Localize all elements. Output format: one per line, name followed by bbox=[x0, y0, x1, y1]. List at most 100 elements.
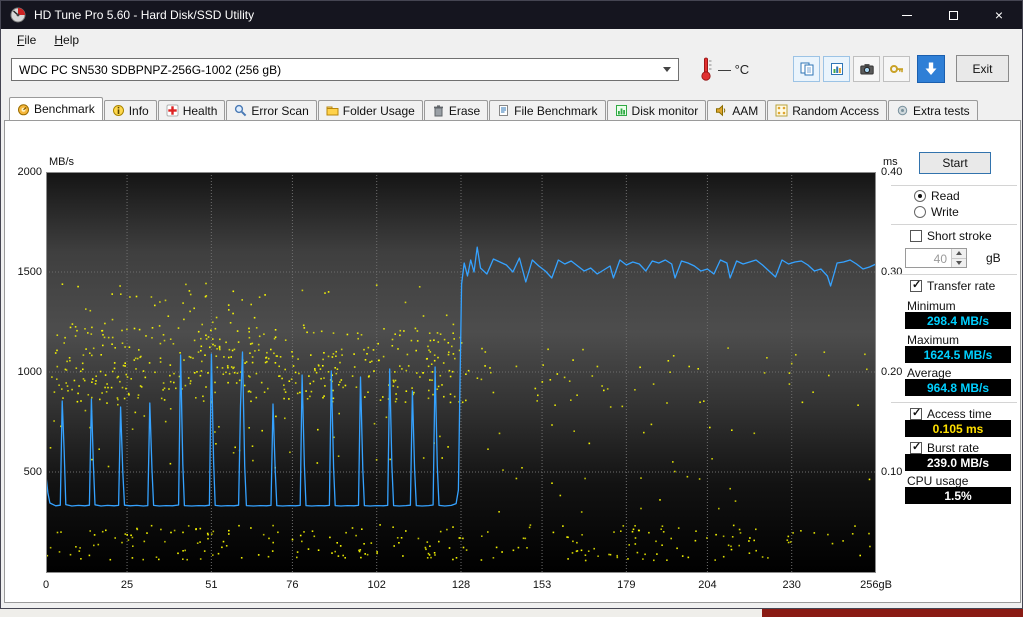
access-time-checkbox[interactable]: Access time bbox=[910, 406, 992, 421]
maximize-icon bbox=[948, 10, 958, 20]
benchmark-controls: Start Read Write Short stroke 40 gB ✓ Tr… bbox=[889, 121, 1020, 596]
monitor-chart-icon bbox=[615, 105, 627, 116]
tab-label: Folder Usage bbox=[342, 103, 415, 118]
arrow-down-icon bbox=[956, 260, 962, 265]
folder-icon bbox=[326, 106, 339, 116]
tab-benchmark[interactable]: Benchmark bbox=[9, 97, 103, 120]
radio-icon bbox=[914, 206, 926, 218]
thermometer-icon bbox=[699, 56, 713, 87]
minimize-icon bbox=[902, 14, 912, 16]
close-icon: × bbox=[994, 7, 1004, 23]
tab-erase[interactable]: Erase bbox=[423, 100, 489, 120]
tab-health[interactable]: Health bbox=[157, 100, 226, 120]
gear-icon bbox=[897, 105, 908, 116]
axis-tick-label: 51 bbox=[205, 579, 218, 591]
exit-button[interactable]: Exit bbox=[956, 55, 1009, 82]
short-stroke-size-input[interactable]: 40 bbox=[905, 248, 967, 268]
cpu-usage-label: CPU usage bbox=[907, 474, 969, 488]
menu-item-file[interactable]: File bbox=[8, 31, 45, 49]
download-arrow-icon bbox=[925, 62, 937, 75]
maximum-value: 1624.5 MB/s bbox=[905, 346, 1011, 363]
copy-report-button[interactable] bbox=[793, 56, 820, 82]
axis-tick-label: 230 bbox=[782, 579, 801, 591]
tab-aam[interactable]: AAM bbox=[707, 100, 767, 120]
tab-label: Extra tests bbox=[912, 103, 970, 118]
app-icon bbox=[10, 7, 26, 23]
divider bbox=[891, 185, 1017, 187]
speaker-icon bbox=[716, 104, 726, 117]
desktop-fragment bbox=[0, 609, 1023, 617]
axis-tick-label: 1500 bbox=[17, 266, 42, 278]
chevron-down-icon bbox=[663, 67, 671, 72]
tab-info[interactable]: Info bbox=[103, 100, 157, 120]
benchmark-panel: MB/s ms 2000 1500 1000 500 0.40 0.30 0.20 0.10… bbox=[4, 120, 1021, 603]
maximum-label: Maximum bbox=[907, 333, 960, 347]
axis-tick-label: 179 bbox=[617, 579, 636, 591]
tab-file-benchmark[interactable]: File Benchmark bbox=[489, 100, 606, 120]
write-radio[interactable]: Write bbox=[914, 205, 959, 219]
divider bbox=[891, 274, 1017, 276]
left-axis-unit-label: MB/s bbox=[49, 156, 75, 168]
temperature-readout: — °C bbox=[718, 62, 750, 77]
title-bar: HD Tune Pro 5.60 - Hard Disk/SSD Utility… bbox=[1, 1, 1022, 29]
spinner-down-button[interactable] bbox=[952, 258, 966, 267]
benchmark-chart bbox=[45, 172, 877, 573]
key-icon bbox=[889, 65, 903, 73]
read-radio-label: Read bbox=[931, 189, 960, 203]
update-download-button[interactable] bbox=[917, 55, 945, 83]
taskbar-fragment bbox=[762, 609, 1023, 617]
burst-rate-checkbox[interactable]: Burst rate bbox=[910, 440, 980, 455]
read-radio[interactable]: Read bbox=[914, 189, 960, 203]
copy-image-button[interactable] bbox=[823, 56, 850, 82]
spinner-up-button[interactable] bbox=[952, 249, 966, 259]
short-stroke-size-value: 40 bbox=[933, 252, 947, 266]
device-select[interactable]: WDC PC SN530 SDBPNPZ-256G-1002 (256 gB) bbox=[11, 58, 679, 81]
tab-folder-usage[interactable]: Folder Usage bbox=[317, 100, 423, 120]
cpu-usage-value: 1.5% bbox=[905, 487, 1011, 504]
tab-disk-monitor[interactable]: Disk monitor bbox=[606, 100, 707, 120]
axis-tick-label: 256gB bbox=[860, 579, 892, 591]
burst-rate-label: Burst rate bbox=[927, 441, 980, 455]
trash-icon bbox=[433, 105, 443, 117]
short-stroke-checkbox[interactable]: Short stroke bbox=[910, 229, 992, 243]
axis-tick-label: 128 bbox=[451, 579, 471, 591]
camera-icon bbox=[859, 64, 874, 75]
device-select-value: WDC PC SN530 SDBPNPZ-256G-1002 (256 gB) bbox=[19, 62, 282, 77]
screenshot-button[interactable] bbox=[853, 56, 880, 82]
start-button[interactable]: Start bbox=[919, 152, 991, 174]
checkbox-icon bbox=[910, 230, 922, 242]
maximize-button[interactable] bbox=[930, 1, 976, 29]
short-stroke-unit-label: gB bbox=[986, 251, 1001, 265]
random-dots-icon bbox=[775, 104, 788, 117]
divider bbox=[891, 224, 1017, 226]
tab-error-scan[interactable]: Error Scan bbox=[226, 100, 317, 120]
chart-canvas bbox=[45, 172, 877, 573]
write-radio-label: Write bbox=[931, 205, 959, 219]
axis-tick-label: 76 bbox=[286, 579, 299, 591]
axis-tick-label: 25 bbox=[120, 579, 134, 591]
access-time-value: 0.105 ms bbox=[905, 420, 1011, 437]
window-title: HD Tune Pro 5.60 - Hard Disk/SSD Utility bbox=[34, 8, 255, 22]
transfer-rate-checkbox[interactable]: Transfer rate bbox=[910, 278, 995, 293]
close-button[interactable]: × bbox=[976, 1, 1022, 29]
registration-key-button[interactable] bbox=[883, 56, 910, 82]
average-value: 964.8 MB/s bbox=[905, 379, 1011, 396]
tab-extra-tests[interactable]: Extra tests bbox=[887, 100, 978, 120]
tab-label: File Benchmark bbox=[514, 103, 598, 118]
menu-item-help[interactable]: Help bbox=[45, 31, 88, 49]
axis-tick-label: 204 bbox=[698, 579, 717, 591]
tab-label: Random Access bbox=[792, 103, 879, 118]
copy-report-icon bbox=[800, 62, 813, 76]
arrow-up-icon bbox=[956, 251, 962, 256]
axis-tick-label: 2000 bbox=[17, 166, 42, 178]
short-stroke-label: Short stroke bbox=[927, 229, 992, 243]
tab-label: AAM bbox=[732, 103, 759, 118]
tab-label: Benchmark bbox=[34, 102, 95, 116]
checkbox-icon bbox=[910, 406, 922, 420]
minimize-button[interactable] bbox=[884, 1, 930, 29]
health-icon bbox=[166, 104, 179, 117]
file-icon bbox=[499, 105, 509, 116]
tab-label: Error Scan bbox=[251, 103, 309, 118]
axis-tick-label: 102 bbox=[367, 579, 386, 591]
tab-random-access[interactable]: Random Access bbox=[767, 100, 887, 120]
